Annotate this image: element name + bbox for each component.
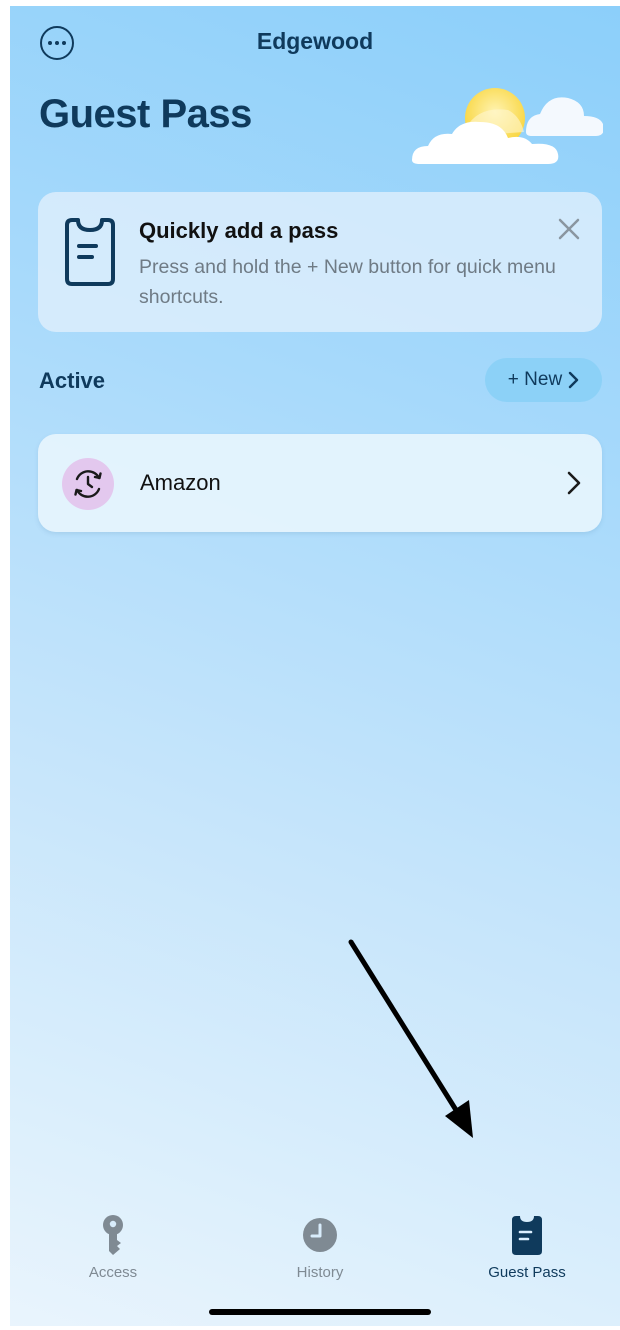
clock-icon [303,1218,337,1252]
pass-row-amazon[interactable]: Amazon [38,434,602,532]
chevron-right-icon [568,371,579,389]
tip-title: Quickly add a pass [139,218,339,243]
new-button-label: + New [507,369,563,390]
pass-label: Amazon [140,470,221,495]
guest-pass-clipboard-icon [65,218,115,286]
annotation-arrow-icon [348,939,473,1138]
tab-access-label: Access [88,1264,138,1281]
guest-pass-icon [512,1216,542,1255]
chevron-right-icon [567,471,581,495]
tab-guest-pass[interactable]: Guest Pass [457,1214,597,1281]
new-pass-button[interactable]: + New [485,358,602,402]
guest-pass-screen: Edgewood Guest Pass Quickly add a pass P… [10,6,620,1326]
key-icon [103,1215,123,1255]
tip-body: Press and hold the + New button for quic… [139,256,556,308]
tab-guest-pass-label: Guest Pass [488,1264,566,1281]
tip-card: Quickly add a pass Press and hold the + … [38,192,602,332]
page-title: Guest Pass [39,92,252,136]
tab-history-label: History [296,1264,344,1281]
tab-history[interactable]: History [250,1214,390,1281]
tab-access[interactable]: Access [43,1214,183,1281]
active-section-title: Active [39,368,106,393]
home-indicator[interactable] [209,1309,431,1315]
close-icon [558,218,580,240]
pass-avatar [62,458,114,510]
dismiss-tip-button[interactable] [556,216,582,242]
recurring-clock-icon [74,470,102,498]
partly-sunny-clouds-icon [412,88,603,164]
location-title[interactable]: Edgewood [10,28,620,55]
